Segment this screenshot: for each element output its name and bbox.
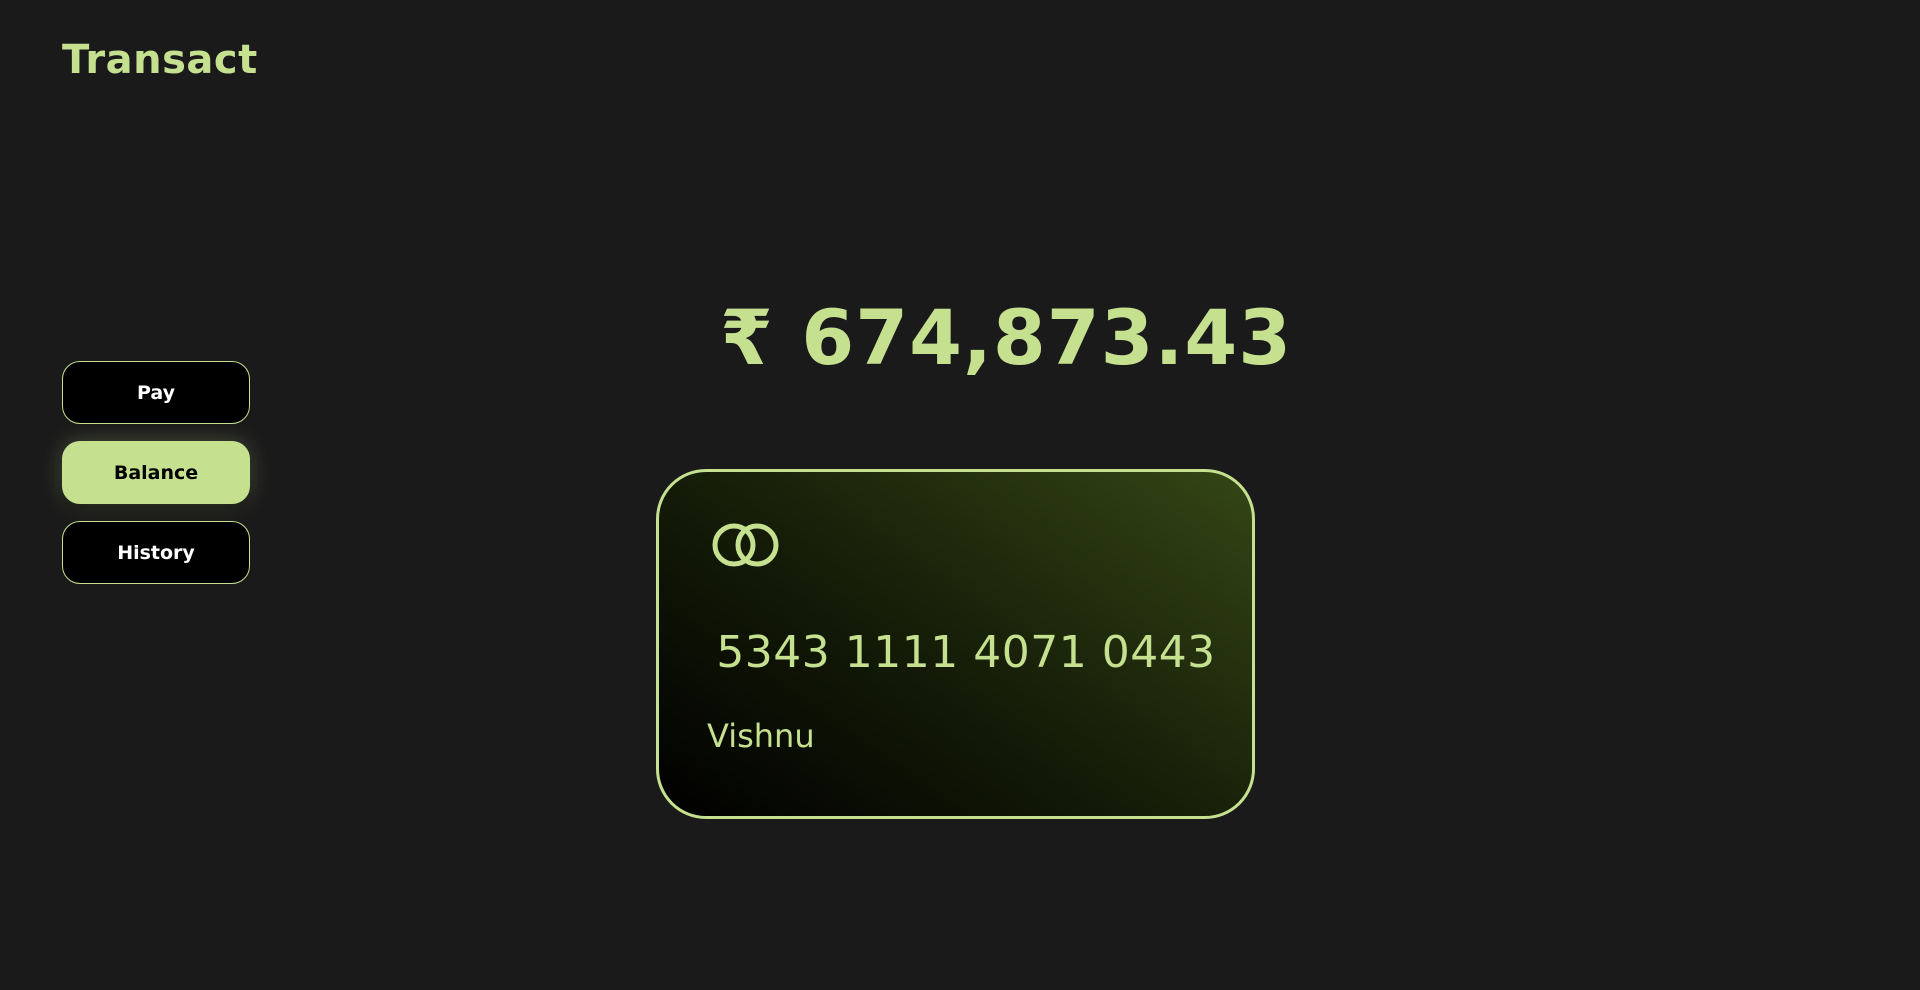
pay-button[interactable]: Pay xyxy=(62,361,250,424)
card-holder-name: Vishnu xyxy=(707,717,815,755)
card-network-rings-icon xyxy=(712,523,779,567)
bank-card: 5343 1111 4071 0443 Vishnu xyxy=(656,469,1255,819)
app-title: Transact xyxy=(62,37,258,83)
balance-amount: ₹ 674,873.43 xyxy=(720,293,1293,382)
sidebar-nav: Pay Balance History xyxy=(62,361,250,601)
history-button[interactable]: History xyxy=(62,521,250,584)
card-number: 5343 1111 4071 0443 xyxy=(716,627,1216,678)
balance-button[interactable]: Balance xyxy=(62,441,250,504)
